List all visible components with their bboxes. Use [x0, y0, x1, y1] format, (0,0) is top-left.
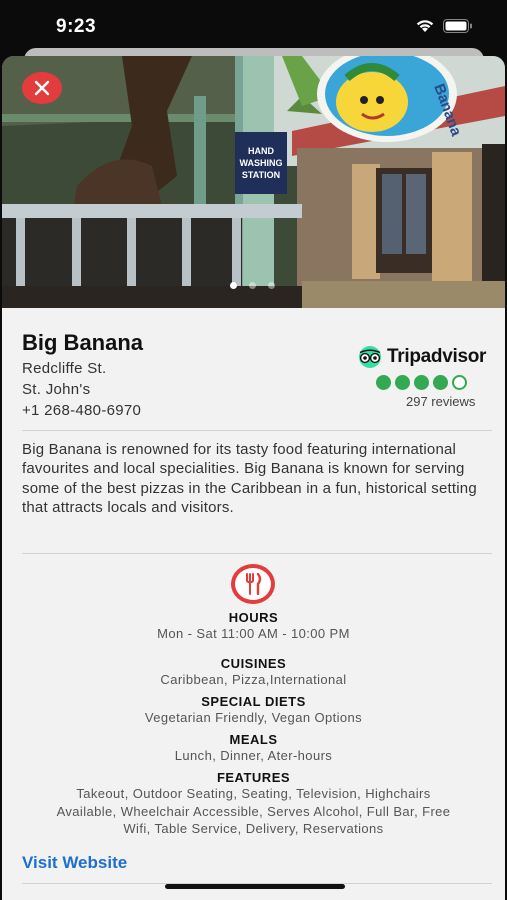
meals-section: MEALS Lunch, Dinner, Ater-hours [2, 732, 505, 765]
rating-bubble-filled [376, 375, 391, 390]
page-dot[interactable] [249, 282, 256, 289]
photo-carousel[interactable]: HAND WASHING STATION Banana [2, 56, 505, 308]
meals-value: Lunch, Dinner, Ater-hours [174, 748, 333, 763]
features-line-1: Takeout, Outdoor Seating, Seating, Telev… [76, 786, 431, 801]
hours-value: Mon - Sat 11:00 AM - 10:00 PM [157, 626, 350, 641]
carousel-page-indicator[interactable] [230, 282, 275, 289]
visit-website-link[interactable]: Visit Website [22, 853, 127, 873]
restaurant-category-badge [231, 564, 275, 604]
tripadvisor-rating[interactable]: Tripadvisor 297 reviews [356, 346, 496, 409]
fork-knife-icon [246, 573, 262, 595]
features-line-3: Wifi, Table Service, Delivery, Reservati… [123, 821, 384, 836]
rating-bubbles [376, 375, 496, 390]
rating-bubble-filled [395, 375, 410, 390]
status-icons [415, 18, 473, 33]
cuisines-value: Caribbean, Pizza,International [160, 672, 347, 687]
tripadvisor-wordmark: Tripadvisor [387, 346, 487, 367]
review-count[interactable]: 297 reviews [406, 394, 496, 409]
rating-bubble-filled [433, 375, 448, 390]
address-line-2: St. John's [22, 381, 91, 398]
close-button[interactable] [22, 72, 62, 104]
wifi-icon [416, 20, 434, 32]
home-indicator[interactable] [165, 884, 345, 889]
special-diets-title: SPECIAL DIETS [201, 694, 306, 709]
close-icon [34, 80, 50, 96]
sign-text-2: WASHING [239, 158, 282, 168]
hours-section: HOURS Mon - Sat 11:00 AM - 10:00 PM [2, 610, 505, 643]
sign-text-1: HAND [248, 146, 274, 156]
special-diets-value: Vegetarian Friendly, Vegan Options [144, 710, 363, 725]
page-dot[interactable] [230, 282, 237, 289]
hours-title: HOURS [228, 610, 279, 625]
rating-bubble-empty [452, 375, 467, 390]
sign-text-3: STATION [242, 170, 280, 180]
restaurant-description: Big Banana is renowned for its tasty foo… [22, 441, 477, 517]
restaurant-name: Big Banana [22, 330, 144, 355]
features-section: FEATURES Takeout, Outdoor Seating, Seati… [2, 770, 505, 838]
battery-icon [443, 18, 472, 33]
divider [22, 553, 492, 554]
cuisines-title: CUISINES [220, 656, 287, 671]
restaurant-detail-sheet: HAND WASHING STATION Banana Big Banana R… [2, 56, 505, 900]
divider [22, 430, 492, 431]
special-diets-section: SPECIAL DIETS Vegetarian Friendly, Vegan… [2, 694, 505, 727]
status-bar: 9:23 [0, 0, 507, 46]
cuisines-section: CUISINES Caribbean, Pizza,International [2, 656, 505, 689]
phone-number[interactable]: +1 268-480-6970 [22, 402, 141, 419]
tripadvisor-owl-icon [359, 346, 381, 368]
address-line-1: Redcliffe St. [22, 360, 107, 377]
meals-title: MEALS [229, 732, 278, 747]
features-title: FEATURES [216, 770, 291, 785]
restaurant-photo: HAND WASHING STATION Banana [2, 56, 505, 308]
page-dot[interactable] [268, 282, 275, 289]
features-line-2: Available, Wheelchair Accessible, Serves… [56, 803, 451, 819]
rating-bubble-filled [414, 375, 429, 390]
tripadvisor-logo: Tripadvisor [356, 346, 496, 368]
status-time: 9:23 [56, 16, 97, 37]
